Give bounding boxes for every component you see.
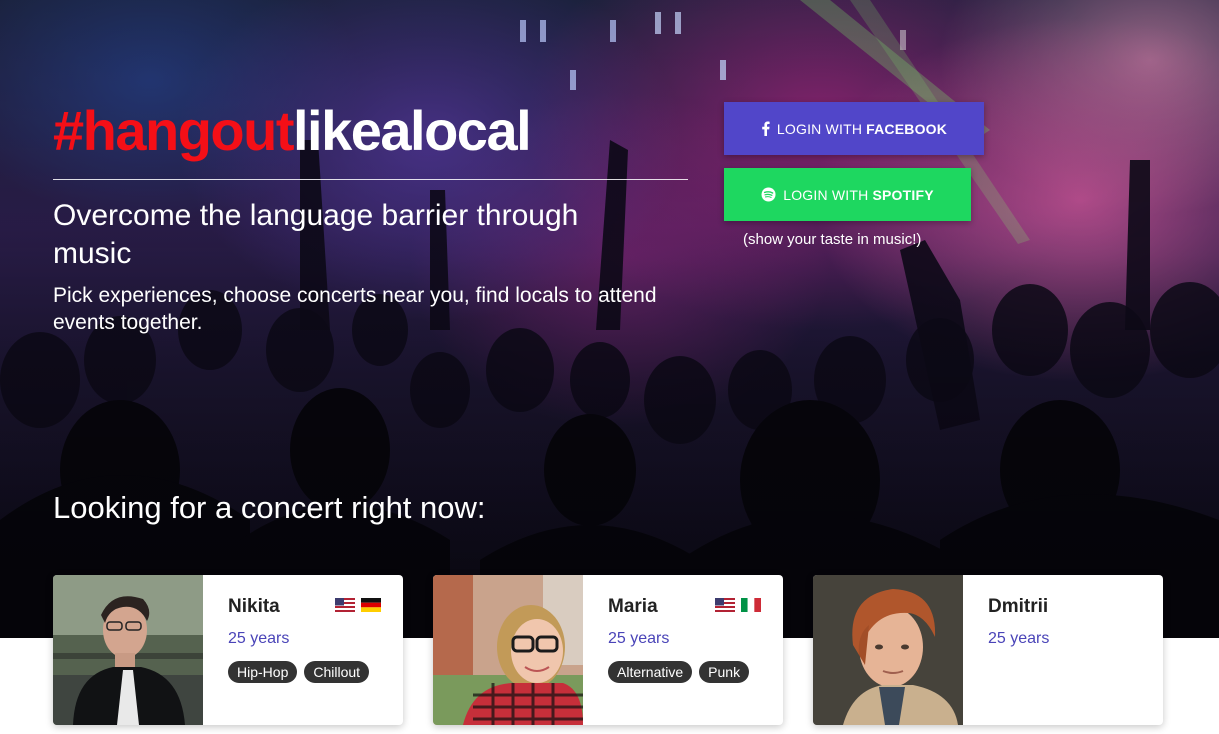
login-facebook-brand: FACEBOOK xyxy=(866,120,948,137)
avatar xyxy=(813,575,963,725)
person-name: Maria xyxy=(608,596,658,617)
music-tags: Hip-Hop Chillout xyxy=(228,661,370,683)
language-flags xyxy=(335,598,381,612)
tag-hip-hop[interactable]: Hip-Hop xyxy=(228,661,298,683)
person-name: Dmitrii xyxy=(988,596,1049,617)
person-card-nikita[interactable]: Nikita 25 years Hip-Hop Chillout xyxy=(53,575,403,725)
music-tags: Alternative Punk xyxy=(608,661,750,683)
concerts-section-title: Looking for a concert right now: xyxy=(53,490,486,525)
headline: #hangoutlikealocal xyxy=(53,96,532,166)
hero-description: Pick experiences, choose concerts near y… xyxy=(53,284,657,334)
avatar xyxy=(433,575,583,725)
de-flag-icon xyxy=(361,598,381,612)
us-flag-icon xyxy=(335,598,355,612)
headline-divider xyxy=(53,179,688,180)
spotify-icon xyxy=(761,187,776,202)
person-name: Nikita xyxy=(228,596,280,617)
facebook-icon xyxy=(761,121,770,136)
login-spotify-brand: SPOTIFY xyxy=(872,186,934,203)
person-age: 25 years xyxy=(228,630,290,647)
person-age: 25 years xyxy=(608,630,670,647)
login-facebook-prefix: LOGIN WITH xyxy=(776,120,863,137)
login-spotify-prefix: LOGIN WITH xyxy=(783,186,869,203)
login-facebook-button[interactable]: LOGIN WITH FACEBOOK xyxy=(724,102,984,155)
person-card-dmitrii[interactable]: Dmitrii 25 years xyxy=(813,575,1163,725)
us-flag-icon xyxy=(715,598,735,612)
tag-punk[interactable]: Punk xyxy=(699,661,750,683)
tag-alternative[interactable]: Alternative xyxy=(608,661,693,683)
spotify-note: (show your taste in music!) xyxy=(743,231,922,248)
avatar xyxy=(53,575,203,725)
tag-chillout[interactable]: Chillout xyxy=(304,661,370,683)
person-card-maria[interactable]: Maria 25 years Alternative Punk xyxy=(433,575,783,725)
language-flags xyxy=(715,598,761,612)
it-flag-icon xyxy=(741,598,761,612)
headline-hashtag: #hangout xyxy=(53,99,294,162)
login-spotify-button[interactable]: LOGIN WITH SPOTIFY xyxy=(724,168,971,221)
person-age: 25 years xyxy=(988,630,1050,647)
tagline: Overcome the language barrier through mu… xyxy=(53,199,579,270)
headline-rest: likealocal xyxy=(292,99,532,162)
